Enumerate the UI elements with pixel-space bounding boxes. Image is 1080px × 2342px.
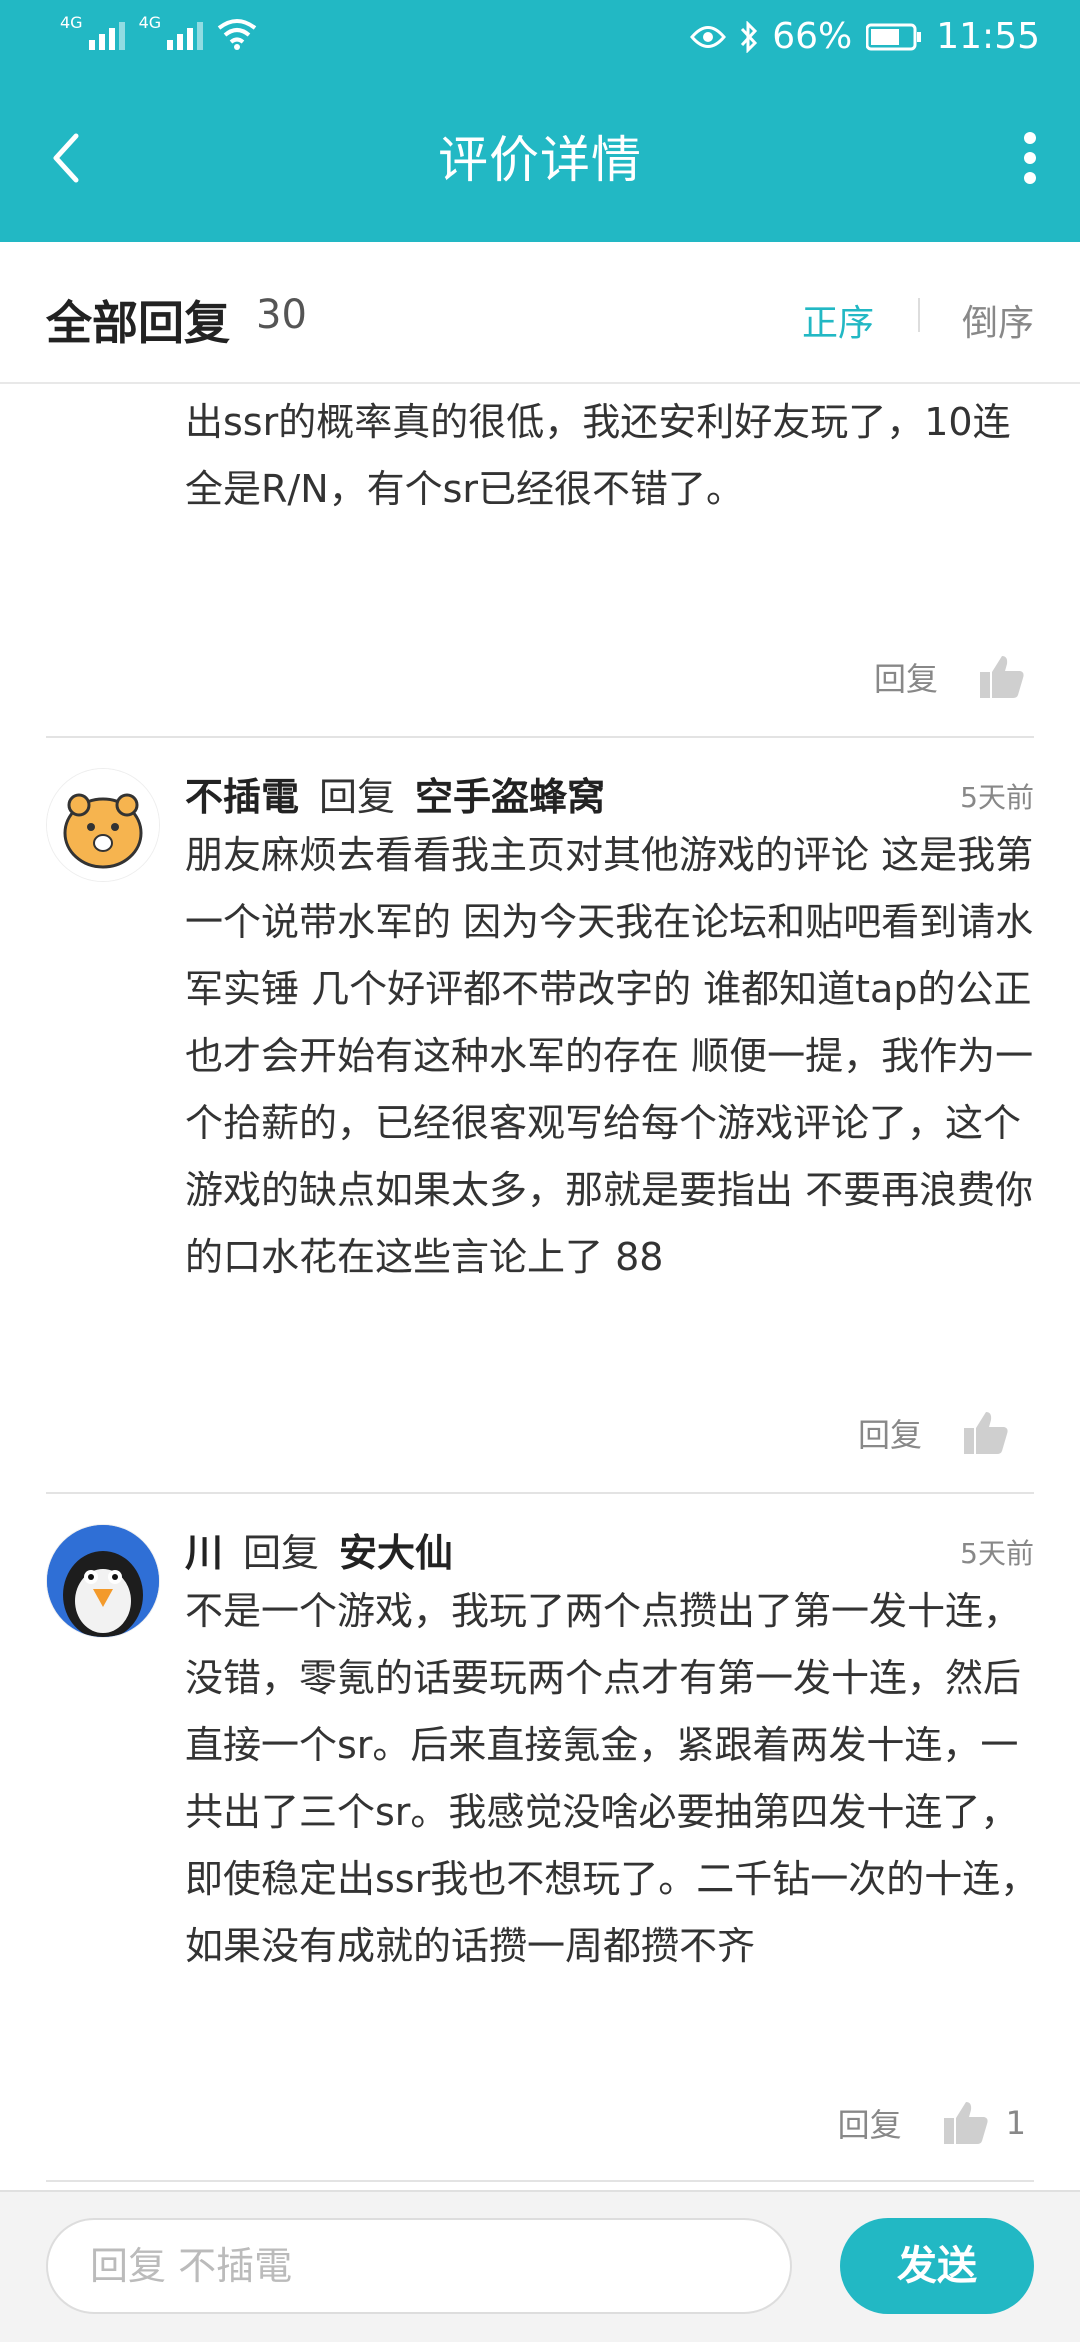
reply-word: 回复 bbox=[319, 775, 396, 819]
reply-word: 回复 bbox=[243, 1531, 320, 1575]
page-title: 评价详情 bbox=[438, 131, 642, 189]
reply-target-name[interactable]: 安大仙 bbox=[339, 1531, 453, 1575]
divider bbox=[46, 2180, 1034, 2182]
reply-button[interactable]: 回复 bbox=[858, 1410, 922, 1456]
wifi-icon bbox=[217, 19, 257, 50]
reply-text: 朋友麻烦去看看我主页对其他游戏的评论 这是我第一个说带水军的 因为今天我在论坛和… bbox=[185, 833, 1034, 1279]
bluetooth-icon bbox=[741, 20, 758, 53]
app-header: 4G 4G 66% 11:55 评价详情 bbox=[0, 0, 1080, 242]
reply-actions: 回复 bbox=[858, 1410, 1026, 1456]
hamster-avatar-icon bbox=[47, 769, 159, 881]
more-vertical-icon[interactable] bbox=[1020, 130, 1040, 186]
reply-button[interactable]: 回复 bbox=[838, 2100, 902, 2146]
clock: 11:55 bbox=[936, 16, 1040, 57]
all-replies-label: 全部回复 bbox=[46, 296, 230, 350]
thumbs-up-icon bbox=[943, 2102, 988, 2144]
reply-actions: 回复 bbox=[874, 654, 1026, 700]
avatar[interactable] bbox=[46, 1524, 160, 1638]
like-button[interactable]: 1 bbox=[942, 2100, 1026, 2146]
divider bbox=[46, 1492, 1034, 1494]
sort-divider bbox=[918, 298, 920, 332]
like-button[interactable] bbox=[978, 654, 1026, 700]
author-name[interactable]: 不插電 bbox=[185, 775, 299, 819]
reply-meta: 不插電 回复 空手盗蜂窝 bbox=[185, 766, 605, 821]
like-button[interactable] bbox=[962, 1410, 1026, 1456]
reply-meta: 川回复 安大仙 bbox=[185, 1522, 453, 1577]
reply-target-name[interactable]: 空手盗蜂窝 bbox=[415, 775, 605, 819]
send-button[interactable]: 发送 bbox=[840, 2218, 1034, 2314]
battery-percent: 66% bbox=[772, 16, 853, 57]
reply-input[interactable]: 回复 不插電 bbox=[46, 2218, 792, 2314]
eye-icon bbox=[690, 25, 727, 48]
reply-button[interactable]: 回复 bbox=[874, 654, 938, 700]
status-bar: 4G 4G 66% 11:55 bbox=[0, 0, 1080, 75]
reply-input-bar: 回复 不插電 发送 bbox=[0, 2190, 1080, 2342]
battery-icon bbox=[866, 23, 922, 50]
signal-icon-2: 4G bbox=[139, 13, 204, 50]
timestamp: 5天前 bbox=[960, 1537, 1034, 1570]
timestamp: 5天前 bbox=[960, 781, 1034, 814]
divider bbox=[46, 736, 1034, 738]
penguin-avatar-icon bbox=[47, 1525, 159, 1637]
thumbs-up-icon bbox=[980, 656, 1024, 698]
sort-ascending-tab[interactable]: 正序 bbox=[802, 294, 874, 346]
sort-descending-tab[interactable]: 倒序 bbox=[962, 294, 1034, 346]
reply-actions: 回复 1 bbox=[838, 2100, 1026, 2146]
like-count: 1 bbox=[1005, 2104, 1026, 2142]
reply-count: 30 bbox=[256, 292, 307, 338]
signal-icon-1: 4G bbox=[60, 13, 125, 50]
author-name[interactable]: 川 bbox=[185, 1531, 223, 1575]
replies-list[interactable]: 后，这关结的全是连接好，我得和指头分样。10连出ssr的概率真的很低，我还安利好… bbox=[0, 384, 1080, 2192]
partial-reply-text: 后，这关结的全是连接好，我得和指头分样。10连出ssr的概率真的很低，我还安利好… bbox=[185, 400, 1011, 511]
thumbs-up-icon bbox=[964, 1412, 1008, 1454]
avatar[interactable] bbox=[46, 768, 160, 882]
replies-header: 全部回复 30 正序 倒序 bbox=[0, 242, 1080, 384]
reply-text: 不是一个游戏，我玩了两个点攒出了第一发十连，没错，零氪的话要玩两个点才有第一发十… bbox=[185, 1589, 1039, 1968]
